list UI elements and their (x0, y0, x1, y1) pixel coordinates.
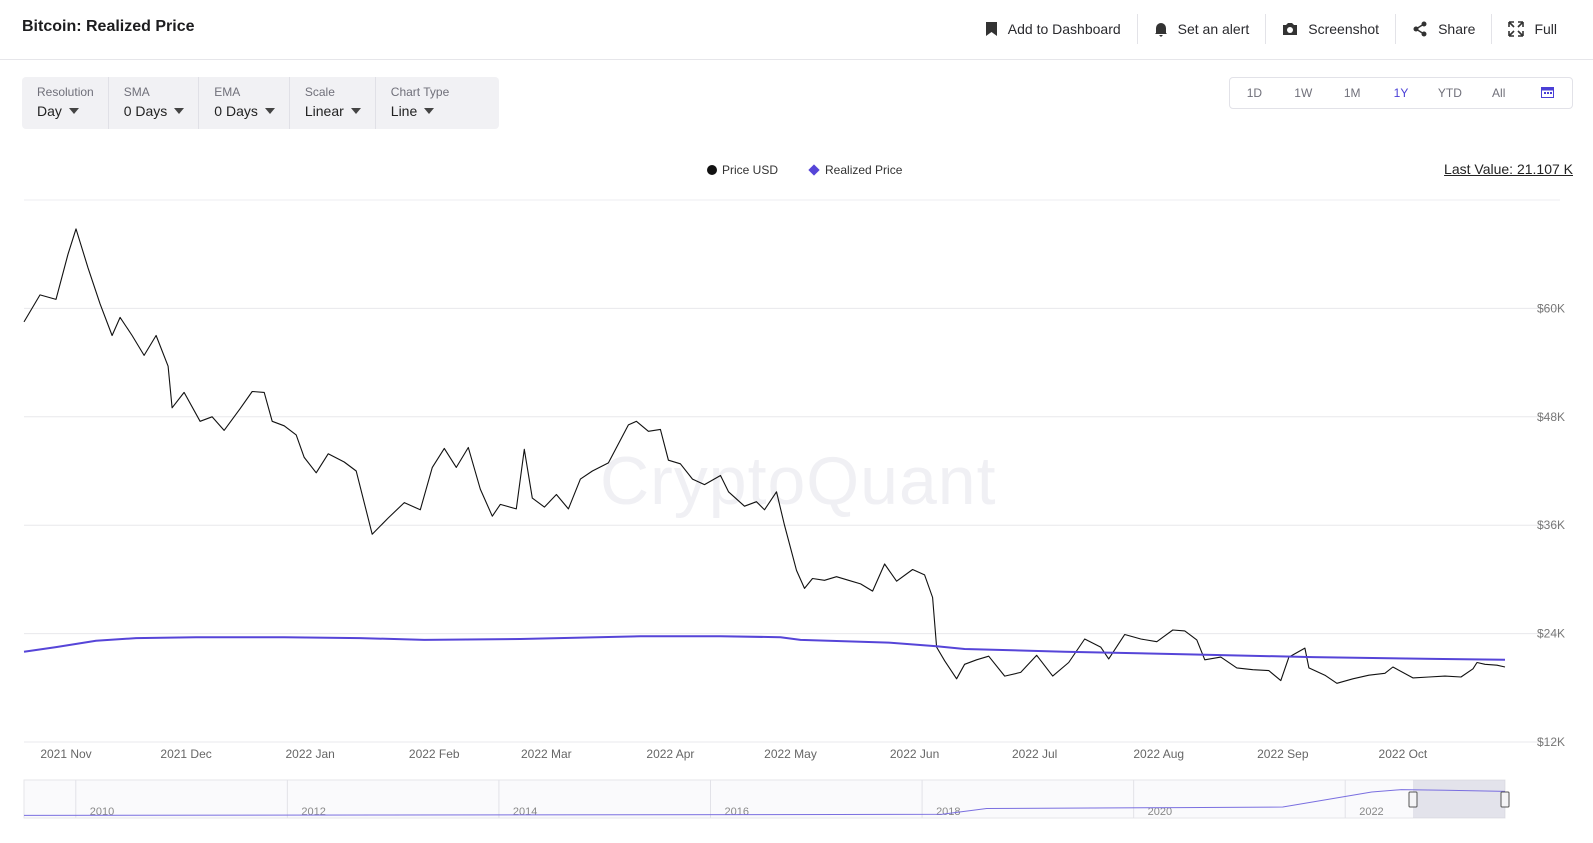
navigator-left-handle[interactable] (1408, 791, 1418, 808)
x-tick-label: 2022 Apr (646, 747, 694, 761)
x-tick-label: 2022 Mar (521, 747, 572, 761)
navigator-track (23, 779, 1506, 819)
navigator-year-label: 2010 (90, 806, 114, 818)
x-tick-label: 2022 Jun (890, 747, 939, 761)
y-tick-label: $12K (1537, 735, 1565, 749)
y-tick-label: $48K (1537, 410, 1565, 424)
x-tick-label: 2022 Aug (1133, 747, 1184, 761)
navigator-right-handle[interactable] (1500, 791, 1510, 808)
x-tick-label: 2021 Dec (160, 747, 211, 761)
y-tick-label: $36K (1537, 518, 1565, 532)
x-tick-label: 2021 Nov (40, 747, 91, 761)
x-tick-label: 2022 Oct (1379, 747, 1428, 761)
navigator-year-label: 2014 (513, 806, 537, 818)
navigator-year-label: 2012 (301, 806, 325, 818)
y-tick-label: $24K (1537, 627, 1565, 641)
navigator-year-label: 2016 (725, 806, 749, 818)
price-usd-line (23, 228, 1506, 684)
x-tick-label: 2022 May (764, 747, 817, 761)
realized-price-line (23, 635, 1506, 661)
navigator-selection (1413, 780, 1505, 818)
x-tick-label: 2022 Feb (409, 747, 460, 761)
x-tick-label: 2022 Jul (1012, 747, 1057, 761)
x-tick-label: 2022 Sep (1257, 747, 1309, 761)
x-tick-label: 2022 Jan (285, 747, 334, 761)
y-tick-label: $60K (1537, 301, 1565, 315)
price-chart[interactable]: $12K $24K $36K $48K $60K 2021 Nov 2021 Dec 2022… (0, 0, 1593, 843)
navigator-year-label: 2022 (1359, 806, 1383, 818)
